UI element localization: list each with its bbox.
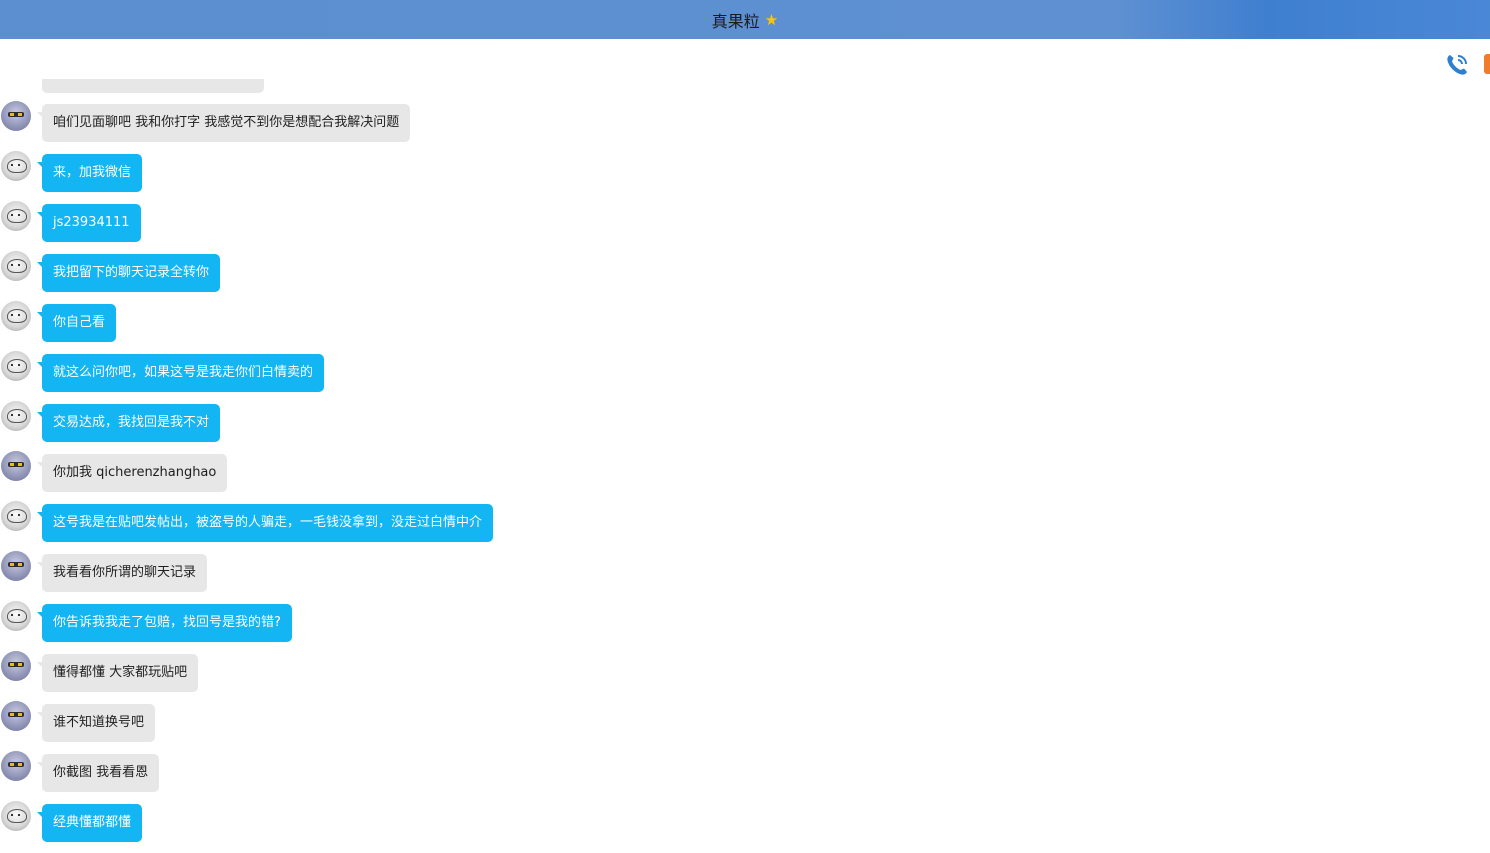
message-bubble-outgoing[interactable]: 这号我是在贴吧发帖出，被盗号的人骗走，一毛钱没拿到，没走过白情中介 <box>36 504 494 542</box>
message-bubble-incoming[interactable]: 我看看你所谓的聊天记录 <box>36 554 208 592</box>
user-avatar[interactable] <box>1 801 31 831</box>
contact-avatar[interactable] <box>1 651 31 681</box>
contact-avatar[interactable] <box>1 701 31 731</box>
user-avatar[interactable] <box>1 251 31 281</box>
message-bubble-incoming[interactable]: 谁不知道换号吧 <box>36 704 156 742</box>
message-bubble-incoming[interactable]: 你加我 qicherenzhanghao <box>36 454 228 492</box>
message-bubble-outgoing[interactable]: 你告诉我我走了包赔，找回号是我的错? <box>37 604 292 642</box>
message-bubble-outgoing[interactable]: 经典懂都都懂 <box>36 804 143 842</box>
user-avatar[interactable] <box>1 351 31 381</box>
user-avatar[interactable] <box>1 301 31 331</box>
user-avatar[interactable] <box>1 501 31 531</box>
message-bubble-outgoing[interactable]: 交易达成，我找回是我不对 <box>36 404 221 442</box>
message-bubble-outgoing[interactable]: 就这么问你吧，如果这号是我走你们白情卖的 <box>36 354 325 392</box>
user-avatar[interactable] <box>1 601 31 631</box>
partial-message-bubble <box>42 79 264 93</box>
contact-avatar[interactable] <box>1 101 31 131</box>
contact-avatar[interactable] <box>1 751 31 781</box>
contact-avatar[interactable] <box>1 451 31 481</box>
chat-title: 真果粒 <box>711 11 760 31</box>
user-avatar[interactable] <box>1 201 31 231</box>
title-bar: 真果粒 ★ <box>0 0 1490 39</box>
message-bubble-outgoing[interactable]: js23934111 <box>37 204 141 242</box>
user-avatar[interactable] <box>1 151 31 181</box>
message-bubble-incoming[interactable]: 咱们见面聊吧 我和你打字 我感觉不到你是想配合我解决问题 <box>36 104 411 142</box>
message-bubble-outgoing[interactable]: 我把留下的聊天记录全转你 <box>36 254 221 292</box>
message-bubble-outgoing[interactable]: 你自己看 <box>36 304 117 342</box>
message-bubble-outgoing[interactable]: 来，加我微信 <box>36 154 143 192</box>
message-list[interactable]: 咱们见面聊吧 我和你打字 我感觉不到你是想配合我解决问题 来，加我微信 js23… <box>0 39 1490 853</box>
message-bubble-incoming[interactable]: 懂得都懂 大家都玩贴吧 <box>36 654 199 692</box>
message-bubble-incoming[interactable]: 你截图 我看看恩 <box>36 754 160 792</box>
user-avatar[interactable] <box>1 401 31 431</box>
star-icon: ★ <box>764 10 779 29</box>
contact-avatar[interactable] <box>1 551 31 581</box>
